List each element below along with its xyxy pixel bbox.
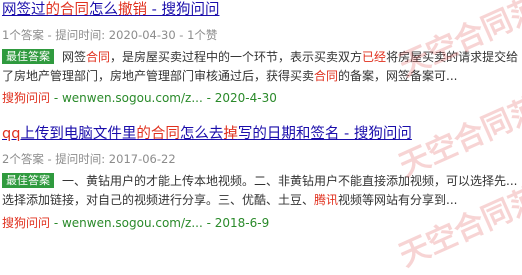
- source-site-name: 搜狗问问: [2, 216, 51, 230]
- title-segment: 怎么去: [179, 126, 224, 142]
- snippet-segment: 视频等网站有分享到...: [338, 193, 458, 207]
- result-source-link[interactable]: 搜狗问问 - wenwen.sogou.com/z... - 2020-4-30: [2, 90, 277, 106]
- result-snippet: 最佳答案 一、黄钻用户的才能上传本地视频。二、非黄钻用户不能直接添加视频，可以选择…: [2, 172, 520, 210]
- source-url-date: - wenwen.sogou.com/z... - 2018-6-9: [50, 216, 270, 230]
- result-snippet: 最佳答案 网签合同，是房屋买卖过程中的一个环节，表示买卖双方已经将房屋买卖的请求提…: [2, 48, 520, 86]
- snippet-highlight: 已经: [362, 50, 387, 64]
- result-meta: 2个答案 - 提问时间: 2017-06-22: [2, 152, 176, 166]
- title-segment: 怎么: [89, 2, 118, 18]
- title-highlight: 掉: [223, 126, 238, 142]
- watermark-text: 天空合同范文: [394, 78, 522, 184]
- snippet-highlight: 腾讯: [314, 193, 339, 207]
- snippet-highlight: 合同: [314, 69, 339, 83]
- snippet-highlight: 合同: [86, 50, 111, 64]
- source-site-name: 搜狗问问: [2, 91, 51, 105]
- title-highlight: 的合同: [136, 126, 180, 142]
- source-url-date: - wenwen.sogou.com/z... - 2020-4-30: [50, 91, 277, 105]
- best-answer-badge: 最佳答案: [2, 49, 54, 64]
- title-segment: 网签过: [2, 2, 46, 18]
- snippet-segment: 网签: [62, 50, 87, 64]
- best-answer-badge: 最佳答案: [2, 173, 54, 188]
- result-title-link[interactable]: 网签过的合同怎么撤销 - 搜狗问问: [2, 0, 219, 20]
- title-segment: 上传到电脑文件里: [20, 126, 137, 142]
- title-highlight: qq: [2, 126, 21, 142]
- title-segment: 写的日期和签名 - 搜狗问问: [237, 126, 412, 142]
- snippet-segment: 的备案，网签备案可...: [338, 69, 458, 83]
- title-highlight: 的合同: [45, 2, 90, 18]
- result-title-link[interactable]: qq上传到电脑文件里的合同怎么去掉写的日期和签名 - 搜狗问问: [2, 124, 412, 144]
- title-highlight: 撤销: [118, 2, 147, 18]
- result-source-link[interactable]: 搜狗问问 - wenwen.sogou.com/z... - 2018-6-9: [2, 215, 269, 231]
- result-meta: 1个答案 - 提问时间: 2020-04-30 - 1个赞: [2, 28, 218, 42]
- title-segment: - 搜狗问问: [147, 2, 220, 18]
- snippet-segment: ，是房屋买卖过程中的一个环节，表示买卖双方: [110, 50, 363, 64]
